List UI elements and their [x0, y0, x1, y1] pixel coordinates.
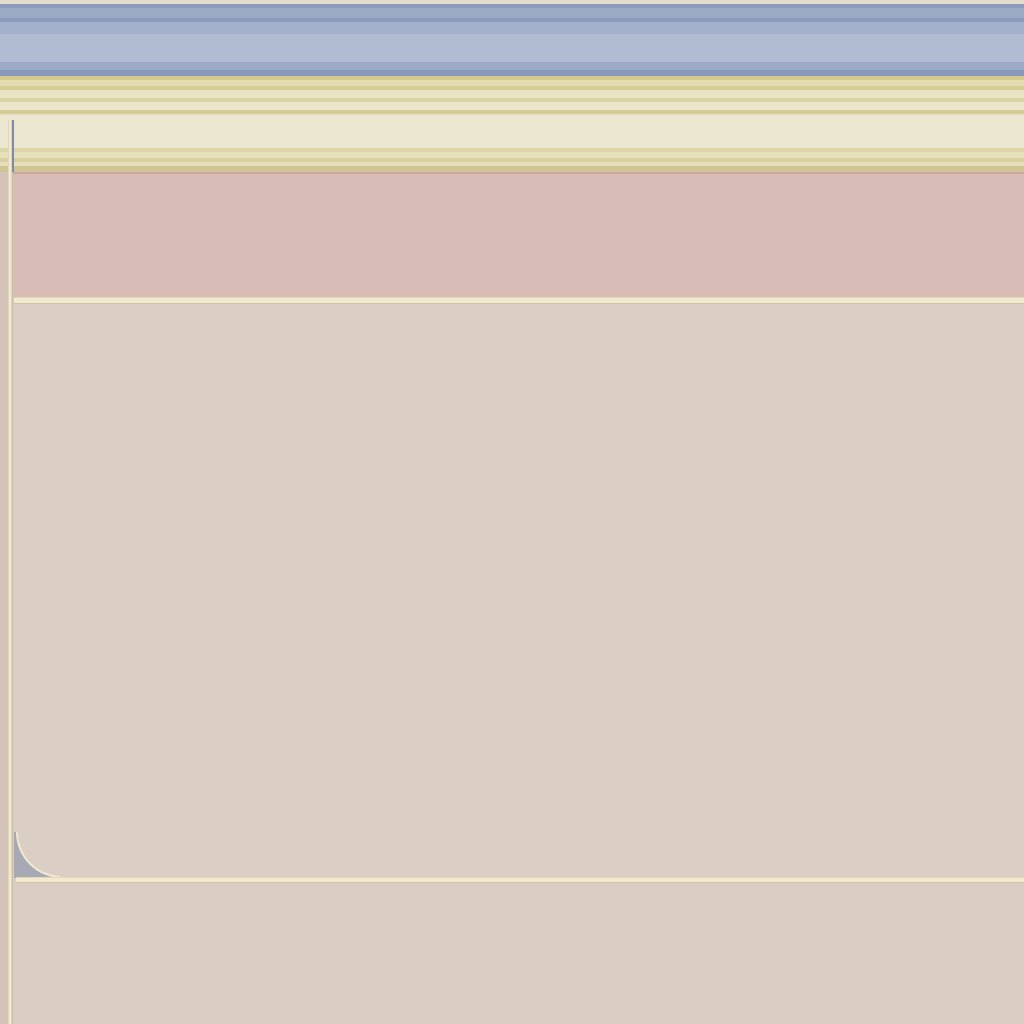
left-margin-strip	[0, 172, 8, 1024]
left-margin-line	[8, 120, 13, 1024]
main-panel	[14, 304, 1024, 877]
margin-marker	[12, 120, 14, 172]
ledger-stripes	[0, 76, 1024, 172]
top-color-band	[0, 0, 1024, 76]
bottom-divider	[16, 877, 1024, 883]
page	[0, 0, 1024, 1024]
header-block	[0, 172, 1024, 298]
top-divider	[14, 297, 1024, 304]
lower-panel	[14, 883, 1024, 1024]
panel-corner	[14, 832, 60, 878]
